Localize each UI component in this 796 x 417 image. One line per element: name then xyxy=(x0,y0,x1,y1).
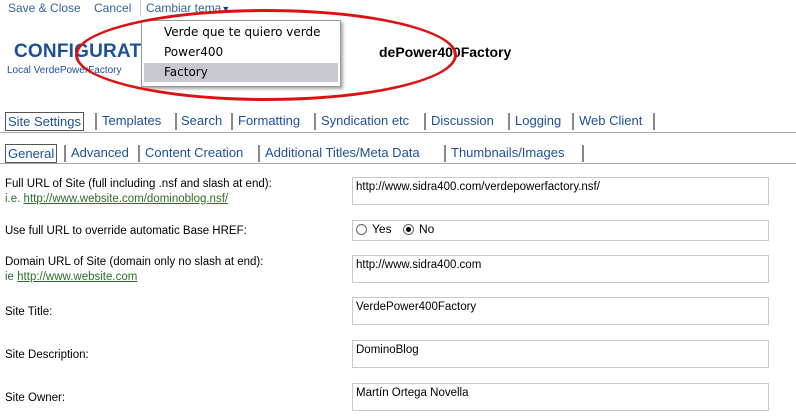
tab-thumbnails[interactable]: Thumbnails/Images xyxy=(451,143,564,162)
full-url-hint: i.e. http://www.website.com/dominoblog.n… xyxy=(5,193,228,205)
tab-divider xyxy=(424,113,426,130)
secondary-tabs: General Advanced Content Creation Additi… xyxy=(0,143,796,164)
caret-down-icon: ▼ xyxy=(221,4,231,14)
tab-divider xyxy=(258,145,260,162)
use-full-url-radio-group: Yes No xyxy=(352,220,769,241)
theme-option-verde[interactable]: Verde que te quiero verde xyxy=(144,23,338,42)
theme-menu-button[interactable]: Cambiar tema▼ xyxy=(146,1,230,15)
domain-url-hint-prefix: ie xyxy=(5,271,18,283)
theme-menu-label: Cambiar tema xyxy=(146,1,222,15)
yes-radio-label: Yes xyxy=(372,222,392,236)
page-title-continued: dePower400Factory xyxy=(379,44,512,60)
tab-search[interactable]: Search xyxy=(181,111,222,130)
theme-dropdown: Verde que te quiero verde Power400 Facto… xyxy=(141,20,341,87)
yes-radio[interactable] xyxy=(356,224,367,235)
tab-formatting[interactable]: Formatting xyxy=(238,111,300,130)
tab-divider xyxy=(231,113,233,130)
theme-option-power400[interactable]: Power400 xyxy=(144,43,338,62)
toolbar-divider xyxy=(140,0,141,16)
site-description-field[interactable]: DominoBlog xyxy=(352,340,769,368)
site-description-label: Site Description: xyxy=(5,349,89,361)
domain-url-label: Domain URL of Site (domain only no slash… xyxy=(5,256,264,268)
tab-divider xyxy=(64,145,66,162)
primary-tabs: Site Settings Templates Search Formattin… xyxy=(0,111,796,133)
tab-additional-titles[interactable]: Additional Titles/Meta Data xyxy=(265,143,420,162)
tab-divider xyxy=(175,113,177,130)
domain-url-field[interactable]: http://www.sidra400.com xyxy=(352,255,769,283)
cancel-link[interactable]: Cancel xyxy=(94,1,131,15)
tab-divider xyxy=(444,145,446,162)
full-url-hint-prefix: i.e. xyxy=(5,193,24,205)
top-toolbar: Save & Close Cancel Cambiar tema▼ xyxy=(0,0,796,17)
domain-url-example-link[interactable]: http://www.website.com xyxy=(17,271,137,283)
tab-divider xyxy=(653,113,655,130)
tab-templates[interactable]: Templates xyxy=(102,111,161,130)
tab-divider xyxy=(314,113,316,130)
full-url-label: Full URL of Site (full including .nsf an… xyxy=(5,178,272,190)
database-subtitle: Local VerdePowerFactory xyxy=(7,65,122,76)
tab-site-settings[interactable]: Site Settings xyxy=(5,112,84,131)
full-url-field[interactable]: http://www.sidra400.com/verdepowerfactor… xyxy=(352,177,769,205)
tab-general[interactable]: General xyxy=(5,144,58,163)
site-owner-label: Site Owner: xyxy=(5,392,66,404)
tab-content-creation[interactable]: Content Creation xyxy=(145,143,243,162)
tab-divider xyxy=(95,113,97,130)
site-title-field[interactable]: VerdePower400Factory xyxy=(352,297,769,325)
no-radio-label: No xyxy=(419,222,435,236)
tab-divider xyxy=(582,145,584,162)
domain-url-hint: ie http://www.website.com xyxy=(5,271,137,283)
tab-divider xyxy=(572,113,574,130)
site-owner-field[interactable]: Martín Ortega Novella xyxy=(352,383,769,411)
theme-option-factory[interactable]: Factory xyxy=(144,63,338,82)
tab-divider xyxy=(138,145,140,162)
tab-syndication[interactable]: Syndication etc xyxy=(321,111,409,130)
save-close-link[interactable]: Save & Close xyxy=(8,1,81,15)
full-url-example-link[interactable]: http://www.website.com/dominoblog.nsf/ xyxy=(24,193,229,205)
page-title: CONFIGURAT xyxy=(14,41,142,62)
tab-logging[interactable]: Logging xyxy=(515,111,561,130)
site-title-label: Site Title: xyxy=(5,306,53,318)
tab-divider xyxy=(508,113,510,130)
use-full-url-label: Use full URL to override automatic Base … xyxy=(5,225,247,237)
tab-discussion[interactable]: Discussion xyxy=(431,111,494,130)
tab-web-client[interactable]: Web Client xyxy=(579,111,642,130)
no-radio[interactable] xyxy=(403,224,414,235)
tab-advanced[interactable]: Advanced xyxy=(71,143,129,162)
